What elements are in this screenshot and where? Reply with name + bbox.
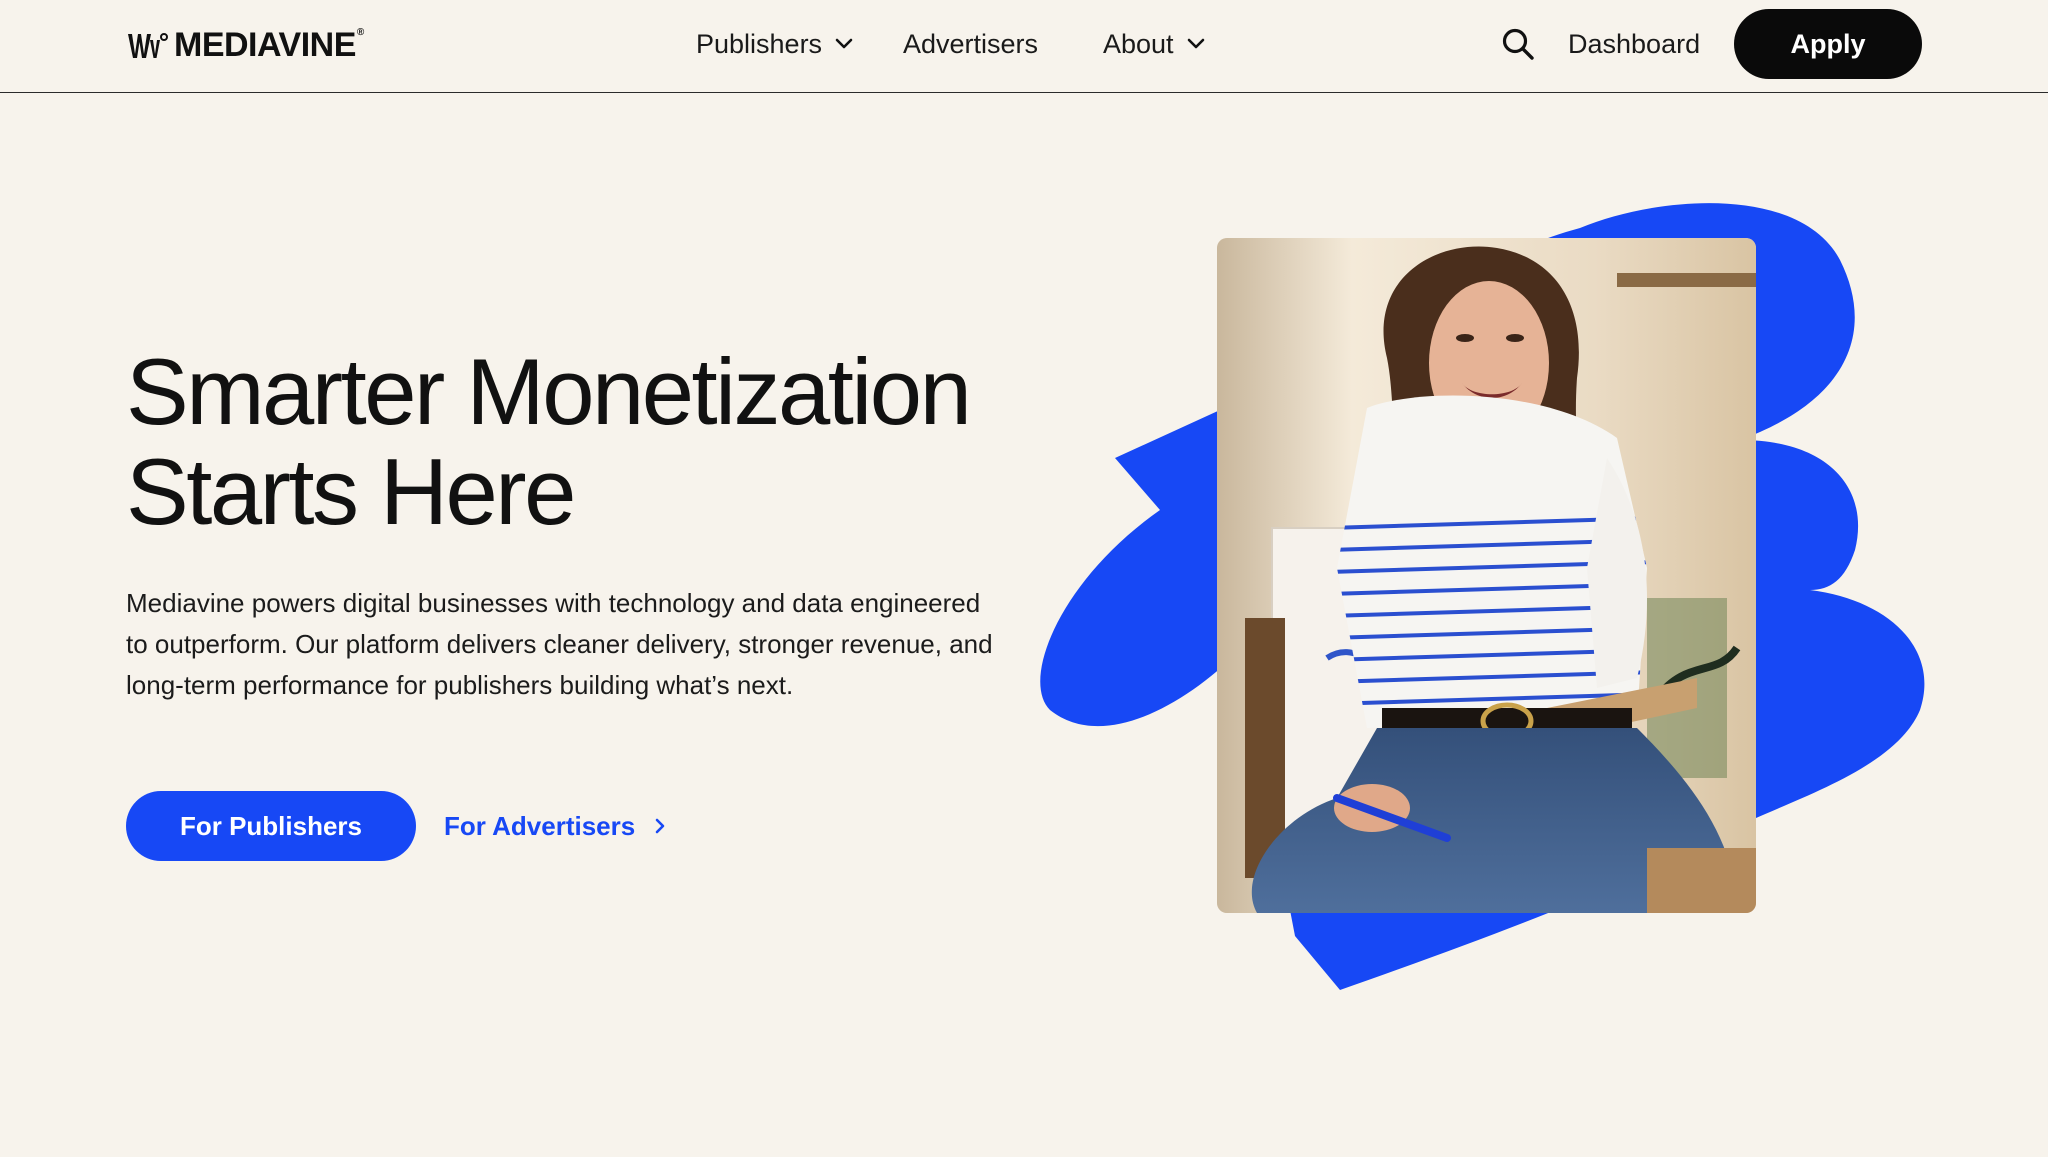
hero-description: Mediavine powers digital businesses with… <box>126 588 993 700</box>
nav-advertisers-label: Advertisers <box>903 29 1039 59</box>
dashboard-link[interactable]: Dashboard <box>1568 26 1700 62</box>
search-button[interactable] <box>1500 26 1536 62</box>
nav-about-dropdown[interactable]: About <box>1103 26 1206 62</box>
hero-title-line-2: Starts Here <box>126 439 576 544</box>
logo-wordmark: MEDIAVINE® <box>174 26 364 64</box>
mediavine-logo-mark-icon <box>128 33 168 58</box>
for-advertisers-link[interactable]: For Advertisers <box>444 808 669 844</box>
mediavine-logo[interactable]: MEDIAVINE® <box>126 27 364 63</box>
hero-photo <box>1217 238 1756 913</box>
chevron-right-icon <box>655 818 665 834</box>
nav-about-label: About <box>1103 29 1174 59</box>
nav-publishers-label: Publishers <box>696 29 823 59</box>
for-publishers-button[interactable]: For Publishers <box>126 791 416 861</box>
apply-button[interactable]: Apply <box>1734 9 1922 79</box>
hero-title: Smarter Monetization Starts Here <box>126 342 1026 542</box>
for-advertisers-label: For Advertisers <box>444 810 636 841</box>
site-header: MEDIAVINE® Publishers Advertisers About <box>0 0 2048 93</box>
page: MEDIAVINE® Publishers Advertisers About <box>0 0 2048 1157</box>
nav-advertisers-link[interactable]: Advertisers <box>903 26 1038 62</box>
chevron-down-icon <box>1187 38 1204 49</box>
search-icon <box>1502 28 1534 60</box>
hero-title-line-1: Smarter Monetization <box>126 339 972 444</box>
woman-portrait-image <box>1217 238 1756 913</box>
nav-publishers-dropdown[interactable]: Publishers <box>696 26 854 62</box>
chevron-down-icon <box>835 38 853 49</box>
